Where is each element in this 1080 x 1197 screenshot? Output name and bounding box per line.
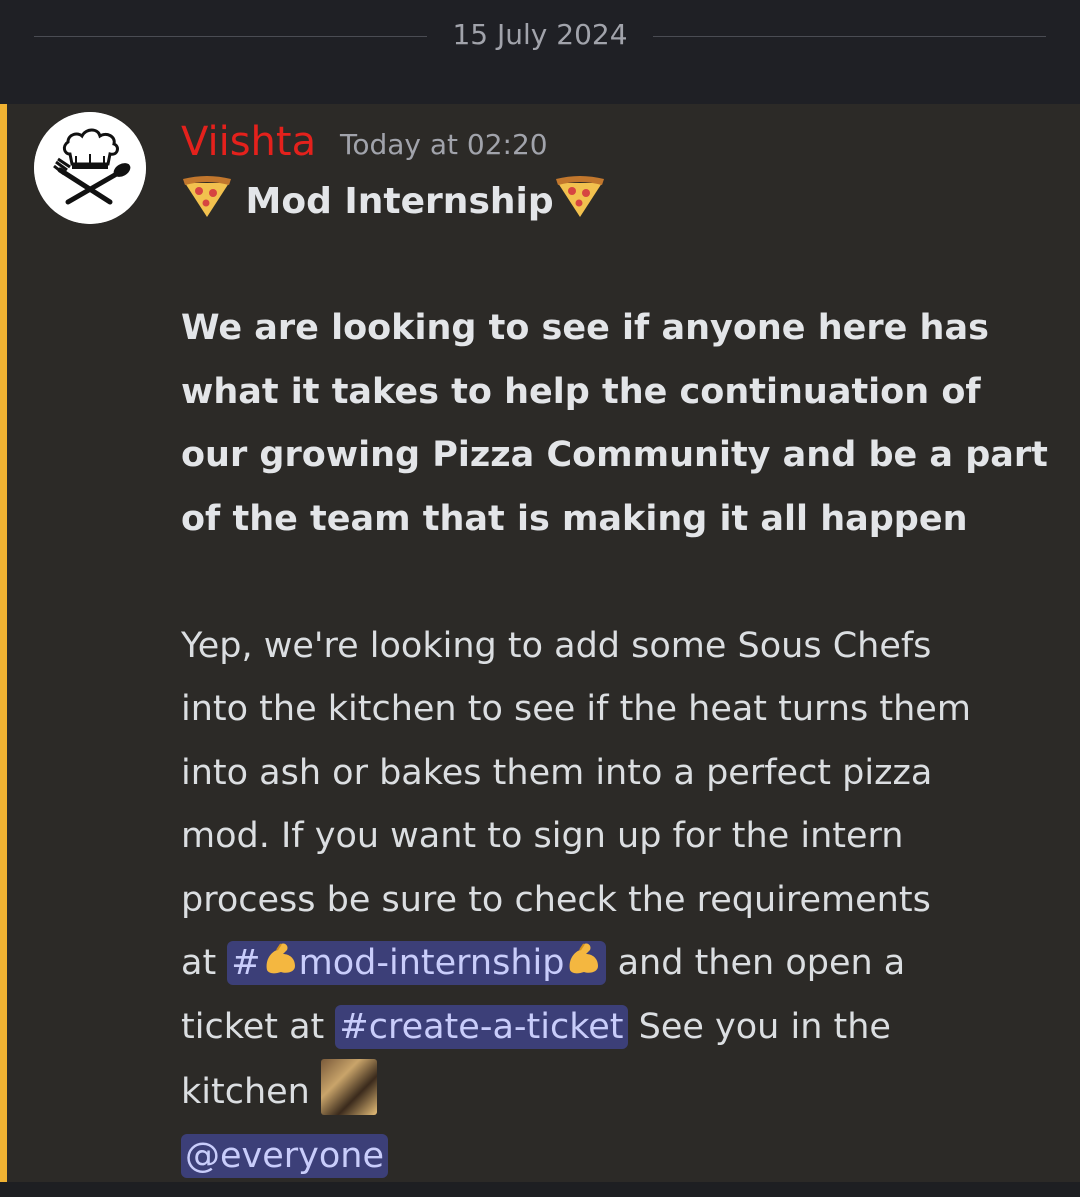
- pizza-icon: [554, 175, 606, 219]
- body-line: process be sure to check the requirement…: [181, 879, 931, 920]
- line-suffix: and then open a: [606, 943, 906, 983]
- bold-line: We are looking to see if anyone here has: [181, 308, 989, 348]
- channel-create-a-ticket[interactable]: #create-a-ticket: [335, 1004, 628, 1049]
- message-author[interactable]: Viishta: [181, 118, 316, 166]
- divider-line-right: [653, 36, 1046, 37]
- date-divider: 15 July 2024: [0, 0, 1080, 104]
- flexed-biceps-icon: [564, 936, 602, 974]
- flexed-biceps-icon: [261, 936, 299, 974]
- channel-mod-internship[interactable]: # mod-internship: [227, 941, 607, 985]
- line-prefix: ticket at: [181, 1006, 336, 1047]
- kitchen-text: kitchen: [181, 1072, 321, 1112]
- kitchen-fire-image: [320, 1059, 377, 1115]
- body-line: into the kitchen to see if the heat turn…: [181, 689, 971, 729]
- mention-everyone[interactable]: @everyone: [181, 1133, 389, 1178]
- body-line-ticket: ticket at #create-a-ticket See you in th…: [181, 996, 1061, 1060]
- line-suffix: See you in the: [627, 1006, 891, 1047]
- pizza-icon: [181, 175, 233, 219]
- mention-highlight-bar: [0, 104, 7, 1182]
- chef-hat-fork-spoon-icon: [34, 112, 146, 224]
- bold-line: our growing Pizza Community and be a par…: [181, 435, 1048, 475]
- title-text: Mod Internship: [245, 181, 554, 222]
- message-content: Mod Internship We are looking to see if …: [181, 170, 1061, 1188]
- line-prefix: at: [181, 943, 228, 983]
- bold-line: of the team that is making it all happen: [181, 498, 968, 539]
- body-line: mod. If you want to sign up for the inte…: [181, 816, 904, 856]
- chat-message: Viishta Today at 02:20 Mod Internship We…: [0, 104, 1080, 1182]
- mention-line: @everyone: [181, 1125, 1061, 1189]
- body-line-channel: at # mod-internship and then open a: [181, 932, 1061, 996]
- body-line-kitchen: kitchen: [181, 1059, 1061, 1125]
- divider-line-left: [34, 36, 427, 37]
- avatar[interactable]: [34, 112, 146, 224]
- body-line: into ash or bakes them into a perfect pi…: [181, 752, 933, 793]
- channel-name: mod-internship: [298, 943, 565, 983]
- message-timestamp[interactable]: Today at 02:20: [340, 128, 548, 162]
- body-line: Yep, we're looking to add some Sous Chef…: [181, 625, 932, 666]
- message-title-line: Mod Internship: [181, 170, 1061, 234]
- channel-hash: #: [231, 943, 261, 983]
- bottom-band: [0, 1182, 1080, 1197]
- bold-line: what it takes to help the continuation o…: [181, 371, 981, 412]
- divider-date: 15 July 2024: [452, 18, 628, 51]
